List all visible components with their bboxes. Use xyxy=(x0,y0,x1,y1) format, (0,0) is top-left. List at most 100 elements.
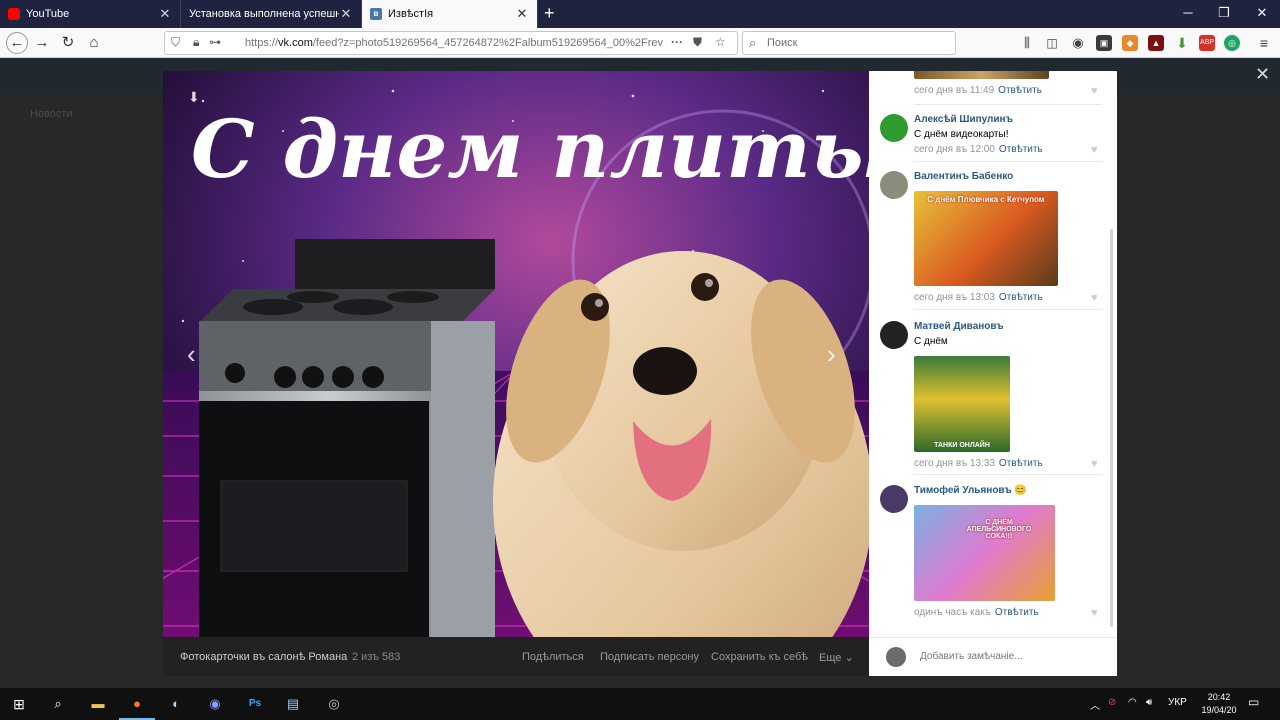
reply-link[interactable]: Отвѣтить xyxy=(999,292,1043,303)
tab-vk-news[interactable]: в ИзвѣстІя ✕ xyxy=(362,0,538,28)
extension-red-icon[interactable]: ▲ xyxy=(1148,35,1164,51)
comment-item: Алексѣй Шипулинъ С днём видеокарты! сего… xyxy=(869,114,1109,159)
page-content: Новости ✕ С днем плит ⬇ ‹ › Фотокарточки… xyxy=(0,58,1280,688)
album-title[interactable]: Фотокарточки въ салонѣ Романа xyxy=(180,651,347,663)
avatar[interactable] xyxy=(880,321,908,349)
comment-image[interactable]: С ДНЁМ АПЕЛЬСИНОВОГО СОКА!!! xyxy=(914,505,1055,601)
divider xyxy=(914,161,1102,162)
dog-illustration xyxy=(493,251,869,637)
bookmark-star-icon[interactable]: ☆ xyxy=(715,35,726,49)
photoshop-icon[interactable]: Ps xyxy=(245,694,265,714)
close-viewer-icon[interactable]: ✕ xyxy=(1255,64,1270,85)
close-tab-icon[interactable]: ✕ xyxy=(339,6,353,22)
discord-icon[interactable]: ◉ xyxy=(205,694,225,714)
avatar[interactable] xyxy=(880,114,908,142)
start-icon[interactable]: ⊞ xyxy=(9,694,29,714)
share-button[interactable]: Подѣлиться xyxy=(522,651,584,663)
volume-icon[interactable]: 🔊︎ xyxy=(1146,697,1152,708)
close-window-icon[interactable]: ✕ xyxy=(1245,0,1279,28)
comments-scrollbar[interactable] xyxy=(1110,229,1113,627)
reload-icon[interactable]: ↻ xyxy=(58,33,78,53)
page-actions-icon[interactable]: ··· xyxy=(671,35,683,49)
like-icon[interactable]: ♥ xyxy=(1091,607,1098,619)
previous-photo-icon[interactable]: ‹ xyxy=(187,339,196,370)
lock-icon[interactable]: 🔒︎ xyxy=(193,35,199,50)
avatar[interactable] xyxy=(880,485,908,513)
divider xyxy=(914,309,1102,310)
reply-link[interactable]: Отвѣтить xyxy=(998,85,1042,96)
language-indicator[interactable]: УКР xyxy=(1168,697,1187,708)
library-icon[interactable]: ⫼ xyxy=(1019,35,1035,51)
reply-link[interactable]: Отвѣтить xyxy=(999,458,1043,469)
sidebar-icon[interactable]: ◫ xyxy=(1044,35,1060,51)
shield-icon[interactable]: ⛉ xyxy=(171,35,180,50)
pocket-icon[interactable]: ⛊ xyxy=(693,35,702,50)
obs-icon[interactable]: ◎ xyxy=(324,694,344,714)
tab-youtube[interactable]: YouTube ✕ xyxy=(0,0,181,28)
windows-taskbar: ⊞ ⌕ ▬ ● ◐ ◉ Ps ▤ ◎ ︿ ⊘ ◠ 🔊︎ УКР 20:42 19… xyxy=(0,688,1280,720)
comment-meta: сего дня въ 13:33 Отвѣтить xyxy=(914,458,1043,469)
comment-image[interactable] xyxy=(914,71,1049,79)
reply-link[interactable]: Отвѣтить xyxy=(995,607,1039,618)
divider xyxy=(914,104,1102,105)
tray-expand-icon[interactable]: ︿ xyxy=(1090,697,1100,712)
app-icon[interactable]: ◐ xyxy=(166,694,186,714)
more-button[interactable]: Еще ⌄ xyxy=(819,651,854,664)
minimize-icon[interactable]: ─ xyxy=(1171,0,1205,28)
permissions-icon[interactable]: ⊶ xyxy=(209,35,221,49)
like-icon[interactable]: ♥ xyxy=(1091,85,1098,97)
comment-author[interactable]: Матвей Дивановъ xyxy=(914,321,1004,332)
add-comment-placeholder: Добавить замѣчаніе... xyxy=(920,651,1023,662)
avatar[interactable] xyxy=(880,171,908,199)
comment-item: Матвей Дивановъ С днём ТАНКИ ОНЛАЙН сего… xyxy=(869,321,1109,471)
search-icon[interactable]: ⌕ xyxy=(48,694,68,714)
account-icon[interactable]: ◉ xyxy=(1070,35,1086,51)
comment-image[interactable]: С днём Плювчика с Кетчупом xyxy=(914,191,1058,286)
file-explorer-icon[interactable]: ▬ xyxy=(88,694,108,714)
like-icon[interactable]: ♥ xyxy=(1091,292,1098,304)
save-to-album-button[interactable]: Сохранить къ себѣ xyxy=(711,651,808,663)
photo-counter: 2 изъ 583 xyxy=(352,651,401,663)
url-text[interactable]: https://vk.com/feed?z=photo519269564_457… xyxy=(245,37,665,49)
back-icon[interactable]: ← xyxy=(6,32,28,54)
notifications-icon[interactable]: ▭ xyxy=(1248,695,1259,709)
like-icon[interactable]: ♥ xyxy=(1091,144,1098,156)
menu-icon[interactable]: ≡ xyxy=(1256,35,1272,51)
tray-app-icon[interactable]: ⊘ xyxy=(1108,697,1116,708)
comment-author[interactable]: Алексѣй Шипулинъ xyxy=(914,114,1013,125)
firefox-icon[interactable]: ● xyxy=(119,694,155,720)
add-comment-box[interactable]: Добавить замѣчаніе... xyxy=(869,637,1117,676)
url-bar[interactable]: ⛉ 🔒︎ ⊶ https://vk.com/feed?z=photo519269… xyxy=(164,31,738,55)
comment-image[interactable]: ТАНКИ ОНЛАЙН xyxy=(914,356,1010,452)
tab-install-success[interactable]: Установка выполнена успешно! ✕ xyxy=(181,0,362,28)
forward-icon[interactable]: → xyxy=(32,33,52,53)
reply-link[interactable]: Отвѣтить xyxy=(999,144,1043,155)
extension-icon[interactable]: ▣ xyxy=(1096,35,1112,51)
browser-tab-strip: YouTube ✕ Установка выполнена успешно! ✕… xyxy=(0,0,1280,28)
search-input[interactable]: ⌕ Поиск xyxy=(742,31,956,55)
home-icon[interactable]: ⌂ xyxy=(84,33,104,53)
comment-author[interactable]: Валентинъ Бабенко xyxy=(914,171,1013,182)
navigation-toolbar: ← → ↻ ⌂ ⛉ 🔒︎ ⊶ https://vk.com/feed?z=pho… xyxy=(0,28,1280,58)
comment-author[interactable]: Тимофей Ульяновъ 😊 xyxy=(914,485,1027,496)
clock[interactable]: 20:42 19/04/20 xyxy=(1196,691,1242,717)
tag-person-button[interactable]: Подписать персону xyxy=(600,651,699,663)
adblock-icon[interactable]: ABP xyxy=(1199,35,1215,51)
close-tab-icon[interactable]: ✕ xyxy=(158,6,172,22)
network-icon[interactable]: ◠ xyxy=(1128,697,1137,708)
extension-green-icon[interactable]: ◎ xyxy=(1224,35,1240,51)
maximize-icon[interactable]: ❐ xyxy=(1207,0,1241,28)
new-tab-button[interactable]: + xyxy=(544,4,555,22)
like-icon[interactable]: ♥ xyxy=(1091,458,1098,470)
comment-text: С днём xyxy=(914,336,948,347)
comment-item: Тимофей Ульяновъ 😊 С ДНЁМ АПЕЛЬСИНОВОГО … xyxy=(869,485,1109,625)
extension-orange-icon[interactable]: ◆ xyxy=(1122,35,1138,51)
download-icon[interactable]: ⬇ xyxy=(188,89,200,106)
photo[interactable]: С днем плиты!! ⬇ ‹ › xyxy=(163,71,869,637)
photo-illustration: С днем плиты!! xyxy=(163,71,869,637)
close-tab-icon[interactable]: ✕ xyxy=(515,6,529,22)
document-app-icon[interactable]: ▤ xyxy=(283,694,303,714)
download-extension-icon[interactable]: ⬇ xyxy=(1174,35,1190,51)
comment-meta: сего дня въ 13:03 Отвѣтить xyxy=(914,292,1043,303)
next-photo-icon[interactable]: › xyxy=(827,339,836,370)
